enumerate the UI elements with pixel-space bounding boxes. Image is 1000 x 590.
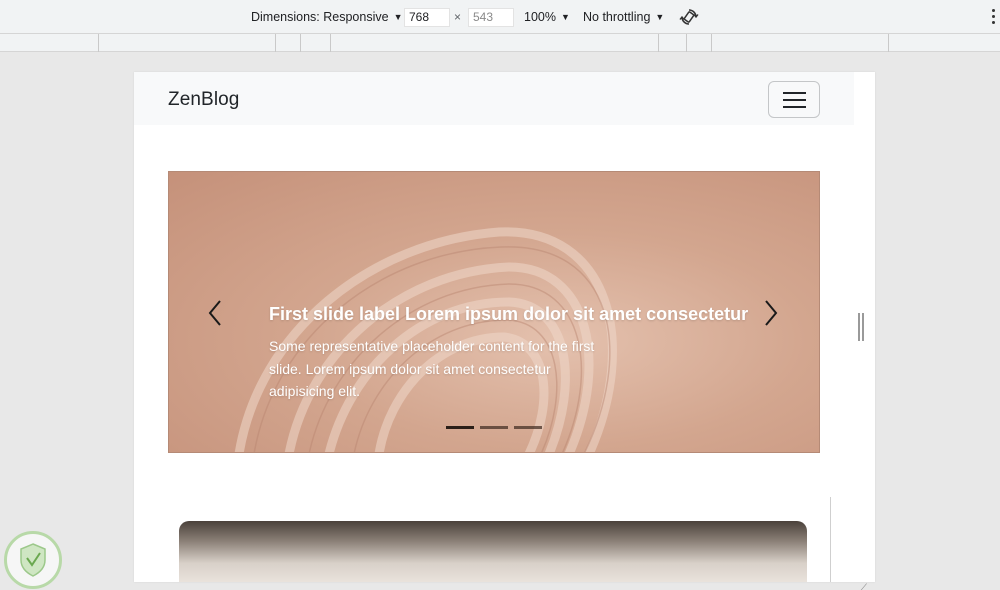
chevron-left-icon <box>208 300 221 326</box>
carousel-prev-button[interactable] <box>205 298 227 328</box>
media-query-ruler <box>0 34 1000 52</box>
times-symbol: × <box>454 10 462 24</box>
navbar-brand[interactable]: ZenBlog <box>168 89 239 111</box>
emulated-viewport: ZenBlog First slide label Lorem ipsum do… <box>134 72 875 582</box>
slide-caption: First slide label Lorem ipsum dolor sit … <box>269 304 769 403</box>
shield-icon <box>20 543 46 577</box>
viewport-resize-handle[interactable] <box>858 313 866 343</box>
carousel-indicators <box>446 426 542 429</box>
card-image <box>179 521 807 582</box>
carousel-indicator[interactable] <box>480 426 508 429</box>
rotate-icon <box>679 9 699 25</box>
rotate-button[interactable] <box>679 0 699 34</box>
navbar-toggler-button[interactable] <box>768 81 820 118</box>
chevron-down-icon: ▼ <box>560 12 570 22</box>
carousel-indicator[interactable] <box>514 426 542 429</box>
zoom-label: 100% <box>524 10 556 24</box>
chevron-down-icon: ▼ <box>655 12 665 22</box>
corner-resize-handle[interactable]: ⟋ <box>860 583 867 590</box>
navbar: ZenBlog <box>134 72 854 125</box>
device-toolbar: Dimensions: Responsive ▼ 768 × 543 100% … <box>0 0 1000 34</box>
divider <box>830 497 831 582</box>
slide-title: First slide label Lorem ipsum dolor sit … <box>269 304 749 324</box>
watermark-logo <box>4 531 62 589</box>
carousel-indicator[interactable] <box>446 426 474 429</box>
zoom-dropdown[interactable]: 100% ▼ <box>524 0 570 34</box>
chevron-down-icon: ▼ <box>393 12 403 22</box>
width-input[interactable]: 768 <box>404 8 450 27</box>
throttling-label: No throttling <box>583 10 651 24</box>
slide-text: Some representative placeholder content … <box>269 338 595 399</box>
dimensions-label: Dimensions: Responsive <box>251 10 389 24</box>
more-vertical-icon[interactable] <box>992 9 996 24</box>
hero-carousel: First slide label Lorem ipsum dolor sit … <box>168 171 820 453</box>
throttling-dropdown[interactable]: No throttling ▼ <box>583 0 664 34</box>
dimensions-dropdown[interactable]: Dimensions: Responsive ▼ <box>251 0 402 34</box>
height-input[interactable]: 543 <box>468 8 514 27</box>
